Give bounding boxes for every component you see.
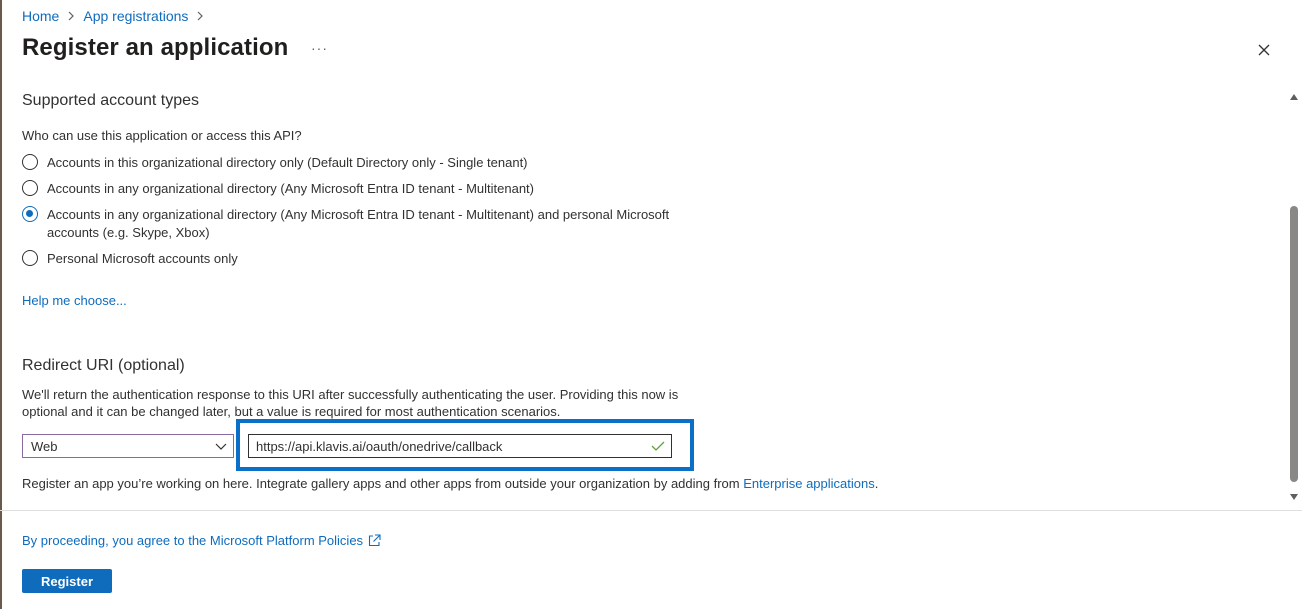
redirect-uri-heading: Redirect URI (optional) bbox=[22, 357, 185, 374]
radio-personal-only[interactable]: Personal Microsoft accounts only bbox=[22, 250, 687, 268]
page-title: Register an application bbox=[22, 34, 289, 61]
radio-label: Accounts in any organizational directory… bbox=[47, 207, 670, 240]
radio-circle[interactable] bbox=[22, 250, 38, 266]
more-options-button[interactable]: ··· bbox=[311, 40, 328, 56]
supported-accounts-question: Who can use this application or access t… bbox=[22, 128, 302, 143]
supported-account-types-heading: Supported account types bbox=[22, 92, 200, 109]
redirect-uri-input[interactable]: https://api.klavis.ai/oauth/onedrive/cal… bbox=[248, 434, 672, 458]
scrollbar-thumb[interactable] bbox=[1290, 206, 1298, 482]
radio-circle[interactable] bbox=[22, 154, 38, 170]
breadcrumb-app-registrations[interactable]: App registrations bbox=[83, 8, 188, 24]
chevron-down-icon bbox=[215, 443, 227, 450]
redirect-note-suffix: . bbox=[874, 476, 879, 491]
enterprise-applications-link[interactable]: Enterprise applications bbox=[743, 476, 875, 491]
chevron-right-icon bbox=[196, 9, 204, 24]
footer-divider bbox=[0, 510, 1302, 511]
platform-policies-text: By proceeding, you agree to the Microsof… bbox=[22, 533, 364, 548]
radio-circle-checked[interactable] bbox=[22, 206, 38, 222]
radio-label: Accounts in this organizational director… bbox=[47, 155, 528, 170]
chevron-right-icon bbox=[67, 9, 75, 24]
radio-label: Accounts in any organizational directory… bbox=[47, 181, 534, 196]
close-icon[interactable] bbox=[1254, 40, 1274, 60]
radio-circle[interactable] bbox=[22, 180, 38, 196]
radio-multitenant[interactable]: Accounts in any organizational directory… bbox=[22, 180, 687, 198]
redirect-description: We'll return the authentication response… bbox=[22, 387, 679, 419]
redirect-uri-value: https://api.klavis.ai/oauth/onedrive/cal… bbox=[256, 438, 503, 454]
scroll-down-arrow-icon[interactable] bbox=[1290, 494, 1298, 500]
redirect-note-text: Register an app you’re working on here. … bbox=[22, 476, 744, 491]
external-link-icon bbox=[369, 534, 381, 547]
radio-single-tenant[interactable]: Accounts in this organizational director… bbox=[22, 154, 687, 172]
redirect-note: Register an app you’re working on here. … bbox=[22, 475, 878, 492]
breadcrumb: Home App registrations bbox=[22, 8, 204, 24]
platform-policies-link[interactable]: By proceeding, you agree to the Microsof… bbox=[22, 533, 381, 548]
register-button[interactable]: Register bbox=[22, 569, 112, 593]
breadcrumb-home[interactable]: Home bbox=[22, 8, 59, 24]
help-me-choose-link[interactable]: Help me choose... bbox=[22, 292, 127, 309]
checkmark-icon bbox=[651, 441, 665, 451]
radio-label: Personal Microsoft accounts only bbox=[47, 251, 238, 266]
radio-multitenant-personal[interactable]: Accounts in any organizational directory… bbox=[22, 206, 687, 242]
scroll-up-arrow-icon[interactable] bbox=[1290, 94, 1298, 100]
platform-select[interactable]: Web bbox=[22, 434, 234, 458]
vertical-scrollbar[interactable] bbox=[1287, 86, 1302, 506]
left-edge bbox=[0, 0, 2, 609]
platform-select-value: Web bbox=[31, 438, 58, 454]
